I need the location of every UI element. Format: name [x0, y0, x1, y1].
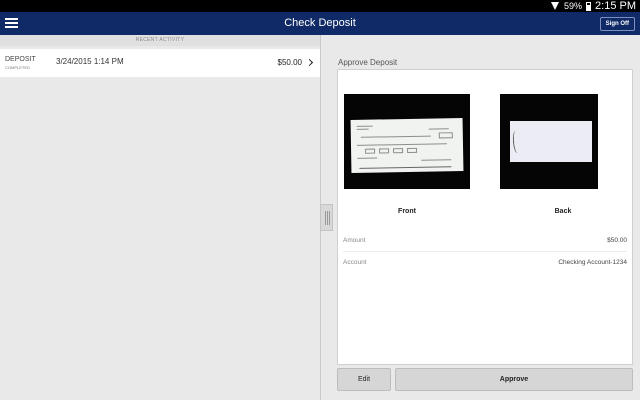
sign-off-button[interactable]: Sign Off — [599, 17, 635, 31]
activity-status: COMPLETED — [5, 65, 30, 70]
clock: 2:15 PM — [595, 0, 636, 12]
row-divider — [343, 251, 627, 252]
activity-type: DEPOSIT — [5, 56, 36, 63]
app-bar: Check Deposit Sign Off — [0, 12, 640, 35]
approve-deposit-card: Front Back Amount $50.00 Account Checkin… — [337, 69, 633, 365]
activity-amount: $50.00 — [277, 58, 302, 67]
wifi-icon — [551, 2, 560, 10]
status-bar: 59% 2:15 PM — [0, 0, 640, 12]
activity-date: 3/24/2015 1:14 PM — [56, 57, 124, 66]
account-value: Checking Account-1234 — [558, 259, 627, 266]
check-back-image[interactable] — [500, 94, 598, 189]
edit-button[interactable]: Edit — [337, 368, 391, 391]
recent-activity-pane: RECENT ACTIVITY DEPOSIT COMPLETED 3/24/2… — [0, 35, 320, 400]
chevron-right-icon — [305, 58, 314, 67]
battery-percent: 59% — [564, 1, 583, 11]
amount-value: $50.00 — [607, 237, 627, 244]
list-item[interactable]: DEPOSIT COMPLETED 3/24/2015 1:14 PM $50.… — [0, 49, 320, 77]
front-label: Front — [398, 208, 416, 215]
amount-label: Amount — [343, 237, 366, 244]
approve-deposit-title: Approve Deposit — [338, 58, 398, 67]
check-front-image[interactable] — [344, 94, 470, 189]
battery-icon — [586, 1, 592, 11]
account-label: Account — [343, 259, 367, 266]
recent-activity-header: RECENT ACTIVITY — [0, 35, 320, 46]
drag-handle-icon[interactable] — [320, 204, 333, 231]
page-title: Check Deposit — [284, 17, 356, 29]
approve-button[interactable]: Approve — [395, 368, 633, 391]
menu-icon[interactable] — [5, 17, 18, 29]
check-back-paper — [510, 121, 592, 162]
endorsement-signature — [512, 130, 521, 154]
check-front-paper — [350, 118, 464, 173]
back-label: Back — [554, 208, 572, 215]
